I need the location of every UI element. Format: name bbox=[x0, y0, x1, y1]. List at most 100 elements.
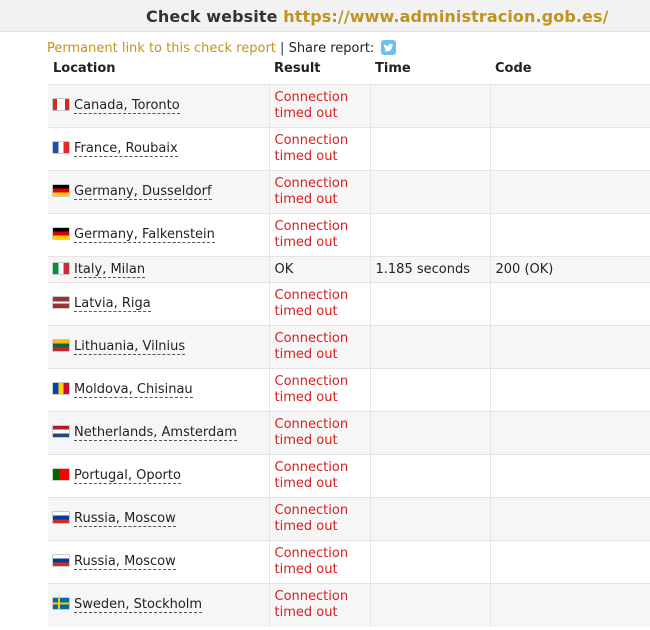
table-row: Netherlands, Amsterdam Connection timed o… bbox=[48, 411, 650, 455]
location-cell: Germany, Dusseldorf bbox=[48, 170, 270, 214]
portugal-flag-icon bbox=[53, 469, 69, 480]
location-link[interactable]: Portugal, Oporto bbox=[74, 468, 181, 484]
location-cell: Latvia, Riga bbox=[48, 282, 270, 326]
russia-flag-icon bbox=[53, 555, 69, 566]
code-cell bbox=[490, 282, 650, 326]
table-row: Germany, Falkenstein Connection timed out bbox=[48, 213, 650, 257]
share-label: Share report: bbox=[288, 41, 375, 56]
link-separator: | bbox=[280, 41, 285, 56]
result-cell: Connection timed out bbox=[269, 127, 371, 171]
table-row: Sweden, Stockholm Connection timed out bbox=[48, 583, 650, 627]
table-row: Italy, Milan OK 1.185 seconds 200 (OK) bbox=[48, 256, 650, 283]
location-cell: Russia, Moscow bbox=[48, 497, 270, 541]
table-header: Location Result Time Code bbox=[48, 59, 650, 85]
location-link[interactable]: Russia, Moscow bbox=[74, 554, 176, 570]
table-row: Moldova, Chisinau Connection timed out bbox=[48, 368, 650, 412]
time-cell: 1.185 seconds bbox=[370, 256, 491, 283]
column-header-location: Location bbox=[53, 61, 116, 76]
column-header-time: Time bbox=[375, 61, 411, 76]
location-cell: Portugal, Oporto bbox=[48, 454, 270, 498]
location-link[interactable]: Russia, Moscow bbox=[74, 511, 176, 527]
lithuania-flag-icon bbox=[53, 340, 69, 351]
code-cell bbox=[490, 84, 650, 128]
location-link[interactable]: Italy, Milan bbox=[74, 261, 146, 278]
code-cell bbox=[490, 454, 650, 498]
france-flag-icon bbox=[53, 142, 69, 153]
location-link[interactable]: Lithuania, Vilnius bbox=[74, 339, 186, 355]
result-cell: Connection timed out bbox=[269, 282, 371, 326]
code-cell bbox=[490, 213, 650, 257]
code-cell: 200 (OK) bbox=[490, 256, 650, 283]
sweden-flag-icon bbox=[53, 598, 69, 610]
location-link[interactable]: Germany, Dusseldorf bbox=[74, 184, 212, 200]
time-cell bbox=[370, 127, 491, 171]
table-row: Lithuania, Vilnius Connection timed out bbox=[48, 325, 650, 369]
location-link[interactable]: Moldova, Chisinau bbox=[74, 382, 193, 398]
code-cell bbox=[490, 127, 650, 171]
location-cell: Moldova, Chisinau bbox=[48, 368, 270, 412]
result-cell: Connection timed out bbox=[269, 497, 371, 541]
time-cell bbox=[370, 170, 491, 214]
table-row: France, Roubaix Connection timed out bbox=[48, 127, 650, 171]
checked-url[interactable]: https://www.administracion.gob.es/ bbox=[283, 7, 608, 26]
time-cell bbox=[370, 583, 491, 627]
location-cell: Italy, Milan bbox=[48, 256, 270, 283]
result-cell: Connection timed out bbox=[269, 368, 371, 412]
twitter-icon[interactable] bbox=[381, 40, 397, 55]
location-link[interactable]: Latvia, Riga bbox=[74, 296, 151, 312]
time-cell bbox=[370, 411, 491, 455]
code-cell bbox=[490, 170, 650, 214]
result-cell: Connection timed out bbox=[269, 84, 371, 128]
canada-flag-icon bbox=[53, 99, 69, 110]
code-cell bbox=[490, 368, 650, 412]
location-cell: France, Roubaix bbox=[48, 127, 270, 171]
location-cell: Sweden, Stockholm bbox=[48, 583, 270, 627]
column-header-code: Code bbox=[495, 61, 532, 76]
latvia-flag-icon bbox=[53, 297, 69, 308]
result-cell: OK bbox=[269, 256, 371, 283]
report-links: Permanent link to this check report | Sh… bbox=[47, 40, 397, 56]
time-cell bbox=[370, 497, 491, 541]
location-link[interactable]: Germany, Falkenstein bbox=[74, 227, 215, 243]
result-cell: Connection timed out bbox=[269, 170, 371, 214]
location-link[interactable]: France, Roubaix bbox=[74, 141, 178, 157]
result-cell: Connection timed out bbox=[269, 325, 371, 369]
result-cell: Connection timed out bbox=[269, 583, 371, 627]
code-cell bbox=[490, 497, 650, 541]
code-cell bbox=[490, 540, 650, 584]
table-row: Canada, Toronto Connection timed out bbox=[48, 84, 650, 128]
result-cell: Connection timed out bbox=[269, 454, 371, 498]
time-cell bbox=[370, 213, 491, 257]
table-row: Russia, Moscow Connection timed out bbox=[48, 497, 650, 541]
location-link[interactable]: Sweden, Stockholm bbox=[74, 597, 203, 614]
moldova-flag-icon bbox=[53, 383, 69, 394]
results-table: Location Result Time Code Canada, Toront… bbox=[48, 59, 650, 627]
time-cell bbox=[370, 368, 491, 412]
title-prefix: Check website bbox=[146, 7, 278, 26]
time-cell bbox=[370, 282, 491, 326]
location-cell: Netherlands, Amsterdam bbox=[48, 411, 270, 455]
location-cell: Canada, Toronto bbox=[48, 84, 270, 128]
code-cell bbox=[490, 411, 650, 455]
code-cell bbox=[490, 583, 650, 627]
russia-flag-icon bbox=[53, 512, 69, 523]
germany-flag-icon bbox=[53, 185, 69, 196]
result-cell: Connection timed out bbox=[269, 411, 371, 455]
table-row: Germany, Dusseldorf Connection timed out bbox=[48, 170, 650, 214]
table-row: Russia, Moscow Connection timed out bbox=[48, 540, 650, 584]
location-link[interactable]: Netherlands, Amsterdam bbox=[74, 425, 237, 441]
location-cell: Lithuania, Vilnius bbox=[48, 325, 270, 369]
permanent-link[interactable]: Permanent link to this check report bbox=[47, 41, 276, 56]
table-row: Portugal, Oporto Connection timed out bbox=[48, 454, 650, 498]
time-cell bbox=[370, 454, 491, 498]
code-cell bbox=[490, 325, 650, 369]
location-cell: Russia, Moscow bbox=[48, 540, 270, 584]
time-cell bbox=[370, 325, 491, 369]
table-row: Latvia, Riga Connection timed out bbox=[48, 282, 650, 326]
netherlands-flag-icon bbox=[53, 426, 69, 437]
location-link[interactable]: Canada, Toronto bbox=[74, 98, 180, 114]
column-header-result: Result bbox=[274, 61, 321, 76]
result-cell: Connection timed out bbox=[269, 213, 371, 257]
page-title: Check website https://www.administracion… bbox=[146, 7, 609, 26]
location-cell: Germany, Falkenstein bbox=[48, 213, 270, 257]
